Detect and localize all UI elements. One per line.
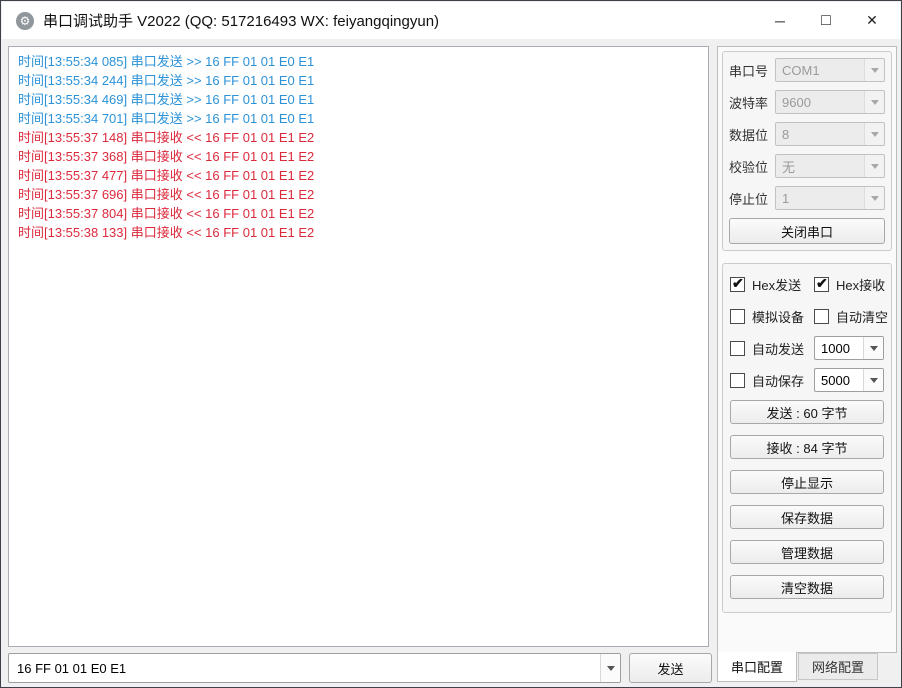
log-line: 时间[13:55:34 701] 串口发送 >> 16 FF 01 01 E0 … bbox=[18, 109, 702, 128]
minimize-button[interactable]: ─ bbox=[757, 2, 803, 39]
checkbox-box bbox=[730, 341, 745, 356]
checkbox-hex-receive[interactable]: Hex接收 bbox=[814, 275, 898, 294]
auto-send-row: 自动发送 1000 bbox=[730, 336, 884, 360]
auto-save-interval-select[interactable]: 5000 bbox=[814, 368, 884, 392]
baud-select[interactable]: 9600 bbox=[775, 90, 885, 114]
window-title: 串口调试助手 V2022 (QQ: 517216493 WX: feiyangq… bbox=[43, 10, 757, 31]
log-area[interactable]: 时间[13:55:34 085] 串口发送 >> 16 FF 01 01 E0 … bbox=[8, 46, 709, 647]
checkbox-box bbox=[730, 373, 745, 388]
log-line: 时间[13:55:37 477] 串口接收 << 16 FF 01 01 E1 … bbox=[18, 166, 702, 185]
checkbox-label: 自动保存 bbox=[752, 371, 804, 390]
baud-label: 波特率 bbox=[729, 93, 775, 112]
stopbits-value: 1 bbox=[776, 187, 864, 209]
log-line: 时间[13:55:37 804] 串口接收 << 16 FF 01 01 E1 … bbox=[18, 204, 702, 223]
databits-value: 8 bbox=[776, 123, 864, 145]
checkbox-box bbox=[814, 309, 829, 324]
clear-data-button[interactable]: 清空数据 bbox=[730, 575, 884, 599]
log-line: 时间[13:55:34 085] 串口发送 >> 16 FF 01 01 E0 … bbox=[18, 52, 702, 71]
setting-row-stopbits: 停止位 1 bbox=[729, 186, 885, 210]
baud-value: 9600 bbox=[776, 91, 864, 113]
chevron-down-icon bbox=[863, 369, 883, 391]
chevron-down-icon bbox=[864, 59, 884, 81]
stopbits-label: 停止位 bbox=[729, 189, 775, 208]
combo-dropdown-button[interactable] bbox=[600, 654, 620, 682]
log-line: 时间[13:55:34 244] 串口发送 >> 16 FF 01 01 E0 … bbox=[18, 71, 702, 90]
checkbox-box bbox=[730, 277, 745, 292]
manage-data-button[interactable]: 管理数据 bbox=[730, 540, 884, 564]
titlebar: ⚙ 串口调试助手 V2022 (QQ: 517216493 WX: feiyan… bbox=[2, 2, 900, 39]
close-port-button[interactable]: 关闭串口 bbox=[729, 218, 885, 244]
chevron-down-icon bbox=[864, 155, 884, 177]
checkbox-simulate-device[interactable]: 模拟设备 bbox=[730, 307, 814, 326]
stop-display-button[interactable]: 停止显示 bbox=[730, 470, 884, 494]
chevron-down-icon bbox=[864, 91, 884, 113]
parity-select[interactable]: 无 bbox=[775, 154, 885, 178]
checkbox-hex-send[interactable]: Hex发送 bbox=[730, 275, 814, 294]
chevron-down-icon bbox=[863, 337, 883, 359]
checkbox-label: Hex发送 bbox=[752, 275, 801, 294]
port-label: 串口号 bbox=[729, 61, 775, 80]
databits-label: 数据位 bbox=[729, 125, 775, 144]
close-button[interactable]: ✕ bbox=[849, 2, 895, 39]
auto-send-interval-select[interactable]: 1000 bbox=[814, 336, 884, 360]
auto-send-interval-value: 1000 bbox=[815, 337, 863, 359]
checkbox-label: Hex接收 bbox=[836, 275, 885, 294]
setting-row-parity: 校验位 无 bbox=[729, 154, 885, 178]
stopbits-select[interactable]: 1 bbox=[775, 186, 885, 210]
port-select[interactable]: COM1 bbox=[775, 58, 885, 82]
setting-row-databits: 数据位 8 bbox=[729, 122, 885, 146]
checkbox-auto-clear[interactable]: 自动清空 bbox=[814, 307, 898, 326]
sent-bytes-counter-button[interactable]: 发送 : 60 字节 bbox=[730, 400, 884, 424]
tab-network-config[interactable]: 网络配置 bbox=[798, 653, 878, 680]
sim-clear-row: 模拟设备 自动清空 bbox=[730, 304, 884, 328]
maximize-button[interactable]: □ bbox=[803, 2, 849, 39]
send-button[interactable]: 发送 bbox=[629, 653, 712, 683]
serial-config-pane: 串口号 COM1 波特率 9600 数据位 8 bbox=[717, 46, 897, 653]
checkbox-box bbox=[730, 309, 745, 324]
send-data-combobox bbox=[8, 653, 621, 683]
checkbox-label: 自动发送 bbox=[752, 339, 804, 358]
log-line: 时间[13:55:34 469] 串口发送 >> 16 FF 01 01 E0 … bbox=[18, 90, 702, 109]
chevron-down-icon bbox=[864, 187, 884, 209]
received-bytes-counter-button[interactable]: 接收 : 84 字节 bbox=[730, 435, 884, 459]
hex-row: Hex发送 Hex接收 bbox=[730, 272, 884, 296]
log-line: 时间[13:55:37 148] 串口接收 << 16 FF 01 01 E1 … bbox=[18, 128, 702, 147]
log-line: 时间[13:55:37 368] 串口接收 << 16 FF 01 01 E1 … bbox=[18, 147, 702, 166]
checkbox-label: 自动清空 bbox=[836, 307, 888, 326]
databits-select[interactable]: 8 bbox=[775, 122, 885, 146]
checkbox-auto-send[interactable]: 自动发送 bbox=[730, 339, 814, 358]
save-data-button[interactable]: 保存数据 bbox=[730, 505, 884, 529]
checkbox-label: 模拟设备 bbox=[752, 307, 804, 326]
send-data-input[interactable] bbox=[9, 654, 600, 682]
window-controls: ─ □ ✕ bbox=[757, 2, 900, 39]
tab-serial-config[interactable]: 串口配置 bbox=[717, 652, 797, 682]
gear-icon: ⚙ bbox=[16, 12, 34, 30]
chevron-down-icon bbox=[864, 123, 884, 145]
port-value: COM1 bbox=[776, 59, 864, 81]
options-group: Hex发送 Hex接收 模拟设备 自动清空 bbox=[722, 263, 892, 613]
checkbox-auto-save[interactable]: 自动保存 bbox=[730, 371, 814, 390]
parity-value: 无 bbox=[776, 155, 864, 177]
setting-row-port: 串口号 COM1 bbox=[729, 58, 885, 82]
checkbox-box bbox=[814, 277, 829, 292]
parity-label: 校验位 bbox=[729, 157, 775, 176]
setting-row-baud: 波特率 9600 bbox=[729, 90, 885, 114]
auto-save-row: 自动保存 5000 bbox=[730, 368, 884, 392]
auto-save-interval-value: 5000 bbox=[815, 369, 863, 391]
log-line: 时间[13:55:38 133] 串口接收 << 16 FF 01 01 E1 … bbox=[18, 223, 702, 242]
serial-settings-group: 串口号 COM1 波特率 9600 数据位 8 bbox=[722, 51, 892, 251]
log-line: 时间[13:55:37 696] 串口接收 << 16 FF 01 01 E1 … bbox=[18, 185, 702, 204]
app-window: ⚙ 串口调试助手 V2022 (QQ: 517216493 WX: feiyan… bbox=[0, 0, 902, 688]
